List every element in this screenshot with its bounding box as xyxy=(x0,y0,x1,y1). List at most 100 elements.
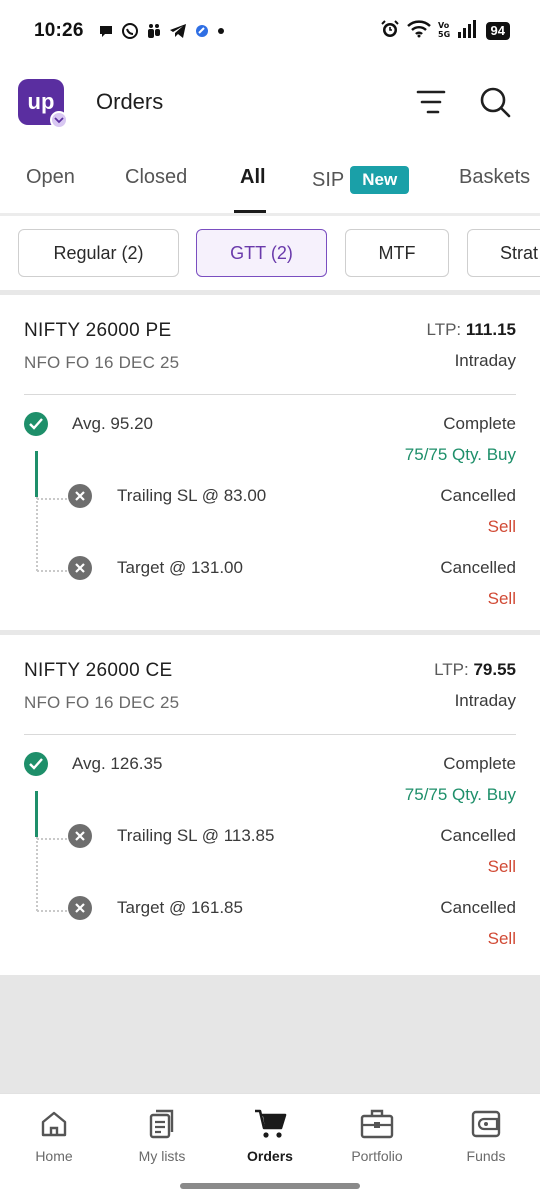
svg-text:Vo: Vo xyxy=(438,21,450,30)
product-type: Intraday xyxy=(454,691,516,710)
cart-icon xyxy=(220,1106,320,1142)
active-tab-indicator xyxy=(234,210,266,213)
order-legs: Avg. 126.35 Complete 75/75 Qty. Buy Trai… xyxy=(0,735,540,975)
product-type: Intraday xyxy=(454,351,516,370)
chip-mtf[interactable]: MTF xyxy=(345,229,449,277)
cancel-circle-icon xyxy=(68,896,92,920)
system-icons: Vo 5G 94 xyxy=(380,19,510,44)
cancel-circle-icon xyxy=(68,824,92,848)
nav-label: Funds xyxy=(466,1148,506,1164)
order-card-header: NIFTY 26000 PE NFO FO 16 DEC 25 LTP: 111… xyxy=(24,295,516,395)
list-icon xyxy=(112,1106,212,1142)
ltp-value: 111.15 xyxy=(465,320,516,339)
dot-icon xyxy=(217,27,225,35)
ltp: LTP: 79.55 xyxy=(434,660,516,680)
sub-leg-status: Cancelled xyxy=(440,558,516,577)
sub-leg-status: Cancelled xyxy=(440,486,516,505)
nav-orders[interactable]: Orders xyxy=(220,1106,320,1164)
notification-icons xyxy=(98,22,225,40)
order-card[interactable]: NIFTY 26000 CE NFO FO 16 DEC 25 LTP: 79.… xyxy=(0,635,540,975)
sub-leg-status: Cancelled xyxy=(440,826,516,845)
chevron-down-icon xyxy=(50,111,68,129)
cancel-circle-icon xyxy=(68,484,92,508)
search-icon[interactable] xyxy=(478,85,512,119)
wifi-icon xyxy=(406,19,431,43)
nav-label: Home xyxy=(35,1148,73,1164)
volte-icon: Vo 5G xyxy=(438,20,450,43)
tab-sip[interactable]: SIP New xyxy=(312,166,410,194)
nav-home[interactable]: Home xyxy=(4,1106,104,1164)
sub-leg-trailing-sl: Trailing SL @ 113.85 xyxy=(117,826,275,845)
ltp: LTP: 111.15 xyxy=(427,320,517,340)
sub-leg-side: Sell xyxy=(487,929,516,948)
main-leg-qty: 75/75 Qty. Buy xyxy=(404,445,516,464)
tab-all[interactable]: All xyxy=(240,166,266,189)
ltp-label: LTP: xyxy=(434,660,474,679)
app-logo[interactable]: up xyxy=(18,79,68,129)
order-tabs: Open Closed All SIP New Baskets xyxy=(0,156,540,216)
main-leg-status: Complete xyxy=(443,414,516,433)
check-circle-icon xyxy=(24,412,48,436)
whatsapp-icon xyxy=(121,22,139,40)
exchange-info: NFO FO 16 DEC 25 xyxy=(24,353,180,372)
page-title: Orders xyxy=(96,89,164,114)
filter-chips: Regular (2) GTT (2) MTF Strat xyxy=(18,229,540,279)
sub-leg-status: Cancelled xyxy=(440,898,516,917)
svg-text:5G: 5G xyxy=(438,30,450,38)
tree-connector xyxy=(36,837,38,911)
sub-leg-target: Target @ 161.85 xyxy=(117,898,243,917)
nav-portfolio[interactable]: Portfolio xyxy=(327,1106,427,1164)
order-card-header: NIFTY 26000 CE NFO FO 16 DEC 25 LTP: 79.… xyxy=(24,635,516,735)
tab-open[interactable]: Open xyxy=(26,166,75,189)
exchange-info: NFO FO 16 DEC 25 xyxy=(24,693,180,712)
chat-bubble-icon xyxy=(98,23,114,39)
nav-label: My lists xyxy=(138,1148,186,1164)
nav-label: Portfolio xyxy=(351,1148,403,1164)
filter-sort-icon[interactable] xyxy=(414,85,448,119)
tree-connector xyxy=(35,791,38,837)
alarm-icon xyxy=(380,19,400,44)
nav-my-lists[interactable]: My lists xyxy=(112,1106,212,1164)
main-leg-qty: 75/75 Qty. Buy xyxy=(404,785,516,804)
logo-text: up xyxy=(27,89,55,114)
tree-connector xyxy=(37,838,67,840)
chip-regular[interactable]: Regular (2) xyxy=(18,229,179,277)
tab-closed[interactable]: Closed xyxy=(125,166,187,189)
sub-leg-side: Sell xyxy=(487,857,516,876)
check-circle-icon xyxy=(24,752,48,776)
main-leg-avg: Avg. 95.20 xyxy=(72,414,153,433)
nav-label: Orders xyxy=(247,1148,293,1164)
sub-leg-side: Sell xyxy=(487,517,516,536)
battery-indicator: 94 xyxy=(485,22,510,40)
tree-connector xyxy=(37,570,67,572)
nav-funds[interactable]: Funds xyxy=(436,1106,536,1164)
teams-icon xyxy=(146,23,162,39)
ltp-label: LTP: xyxy=(426,320,466,339)
instrument-name: NIFTY 26000 CE xyxy=(24,660,173,681)
wallet-icon xyxy=(436,1106,536,1142)
order-legs: Avg. 95.20 Complete 75/75 Qty. Buy Trail… xyxy=(0,395,540,635)
signal-icon xyxy=(457,19,479,43)
app-header: up Orders xyxy=(0,78,540,129)
home-indicator xyxy=(180,1183,360,1189)
chip-strat[interactable]: Strat xyxy=(467,229,540,277)
sub-leg-target: Target @ 131.00 xyxy=(117,558,243,577)
empty-area xyxy=(0,975,540,1093)
status-time: 10:26 xyxy=(34,20,84,41)
tree-connector xyxy=(37,910,67,912)
app-icon xyxy=(194,23,210,39)
order-card[interactable]: NIFTY 26000 PE NFO FO 16 DEC 25 LTP: 111… xyxy=(0,295,540,631)
sub-leg-side: Sell xyxy=(487,589,516,608)
main-leg-avg: Avg. 126.35 xyxy=(72,754,163,773)
sub-leg-trailing-sl: Trailing SL @ 83.00 xyxy=(117,486,267,505)
cancel-circle-icon xyxy=(68,556,92,580)
tree-connector xyxy=(37,498,67,500)
tab-sip-label: SIP xyxy=(312,169,345,191)
new-badge: New xyxy=(350,166,410,194)
chip-gtt[interactable]: GTT (2) xyxy=(196,229,327,277)
tab-baskets[interactable]: Baskets xyxy=(459,166,530,189)
home-icon xyxy=(4,1106,104,1142)
tree-connector xyxy=(36,497,38,571)
telegram-icon xyxy=(169,23,187,39)
status-bar: 10:26 Vo 5G 94 xyxy=(0,0,540,62)
